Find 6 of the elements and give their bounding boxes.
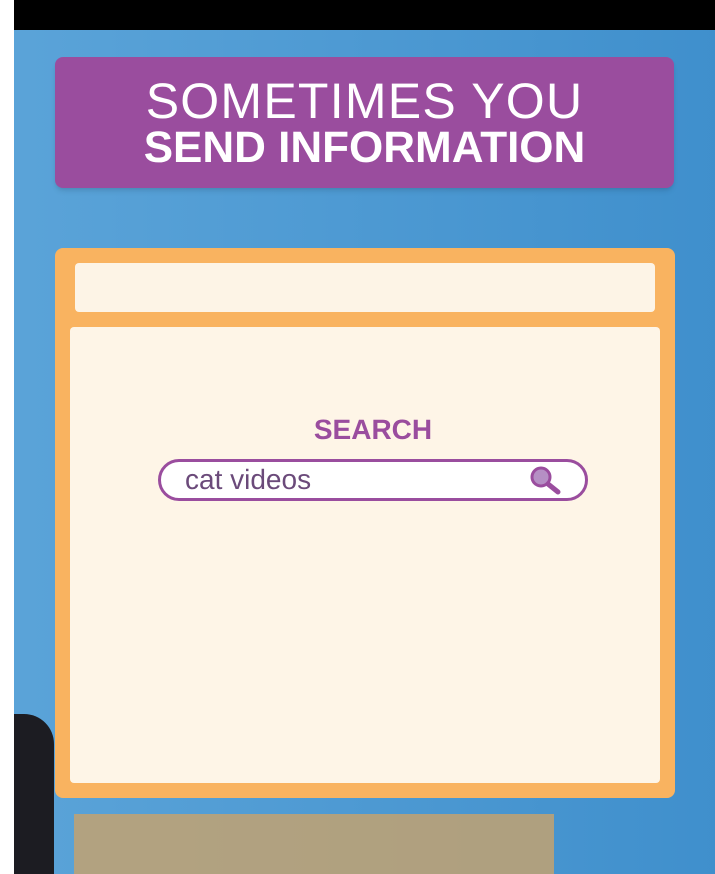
banner-text: SEND INFORMATION: [144, 126, 586, 170]
search-field[interactable]: cat videos: [158, 459, 588, 501]
search-value: cat videos: [185, 463, 312, 497]
banner-text: SOMETIMES YOU: [146, 76, 584, 126]
search-label: SEARCH: [314, 413, 432, 447]
search-icon[interactable]: [529, 465, 561, 495]
